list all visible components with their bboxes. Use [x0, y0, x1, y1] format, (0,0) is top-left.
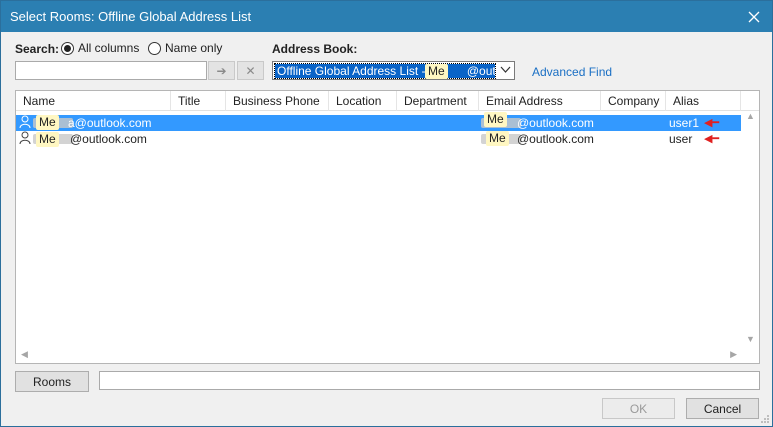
title-bar: Select Rooms: Offline Global Address Lis… [1, 1, 772, 32]
person-icon [19, 115, 31, 132]
radio-all-columns-label: All columns [78, 41, 140, 55]
ok-button[interactable]: OK [602, 398, 675, 419]
column-header-email[interactable]: Email Address [479, 91, 601, 111]
column-header-title[interactable]: Title [171, 91, 226, 111]
row-email: @outlook.com [517, 132, 594, 146]
address-book-selected: Offline Global Address List - @outl [274, 63, 496, 79]
me-tag: Me [36, 115, 59, 130]
column-header-alias[interactable]: Alias [666, 91, 741, 111]
address-book-label: Address Book: [272, 42, 358, 56]
search-clear-button[interactable]: ✕ [237, 61, 264, 80]
scroll-left-icon[interactable]: ◀ [21, 349, 28, 360]
radio-all-columns[interactable]: All columns [61, 41, 139, 55]
address-book-dropdown[interactable]: Offline Global Address List - @outl Me [272, 61, 515, 80]
row-email: @outlook.com [517, 116, 594, 130]
row-name: a@outlook.com [68, 116, 152, 130]
column-header-name[interactable]: Name [16, 91, 171, 111]
search-input[interactable] [15, 61, 207, 80]
me-tag: Me [36, 132, 59, 147]
clear-x-icon: ✕ [245, 63, 256, 78]
vertical-scrollbar[interactable]: ▲ ▼ [742, 111, 759, 344]
scroll-right-icon[interactable]: ▶ [730, 349, 737, 360]
resize-grip-icon[interactable] [760, 414, 770, 424]
scroll-down-icon[interactable]: ▼ [746, 334, 755, 344]
chevron-down-icon [500, 64, 511, 78]
dialog-title: Select Rooms: Offline Global Address Lis… [10, 9, 252, 24]
column-header-company[interactable]: Company [601, 91, 666, 111]
me-tag: Me [425, 64, 448, 79]
red-arrow-icon: ◀━ [704, 133, 720, 145]
cancel-button[interactable]: Cancel [686, 398, 759, 419]
column-header-location[interactable]: Location [329, 91, 397, 111]
table-row[interactable]: a@outlook.com Me @outlook.com Me user1 ◀… [16, 112, 741, 132]
column-header-department[interactable]: Department [397, 91, 479, 111]
person-icon [19, 131, 31, 148]
arrow-right-icon: ➔ [216, 63, 227, 78]
rooms-input[interactable] [99, 371, 760, 390]
rooms-button[interactable]: Rooms [15, 371, 89, 392]
row-alias: user [669, 132, 693, 146]
row-alias: user1 [669, 116, 700, 130]
search-go-button[interactable]: ➔ [208, 61, 235, 80]
column-header-row: Name Title Business Phone Location Depar… [16, 91, 759, 111]
red-arrow-icon: ◀━ [704, 117, 720, 129]
row-name: @outlook.com [70, 132, 147, 146]
column-header-business-phone[interactable]: Business Phone [226, 91, 329, 111]
me-tag: Me [486, 131, 509, 146]
address-list[interactable]: Name Title Business Phone Location Depar… [15, 90, 760, 364]
radio-button-icon[interactable] [61, 41, 74, 55]
advanced-find-link[interactable]: Advanced Find [532, 65, 612, 79]
table-row[interactable]: @outlook.com Me @outlook.com Me user ◀━ [16, 131, 741, 147]
radio-button-icon[interactable] [148, 41, 161, 55]
horizontal-scrollbar[interactable]: ◀ ▶ [16, 346, 759, 363]
search-label: Search: [15, 42, 60, 56]
close-icon[interactable] [736, 1, 772, 32]
me-tag: Me [484, 112, 507, 127]
radio-name-only-label: Name only [165, 41, 223, 55]
radio-name-only[interactable]: Name only [148, 41, 222, 55]
scroll-up-icon[interactable]: ▲ [746, 111, 755, 121]
select-rooms-dialog: Select Rooms: Offline Global Address Lis… [0, 0, 773, 427]
